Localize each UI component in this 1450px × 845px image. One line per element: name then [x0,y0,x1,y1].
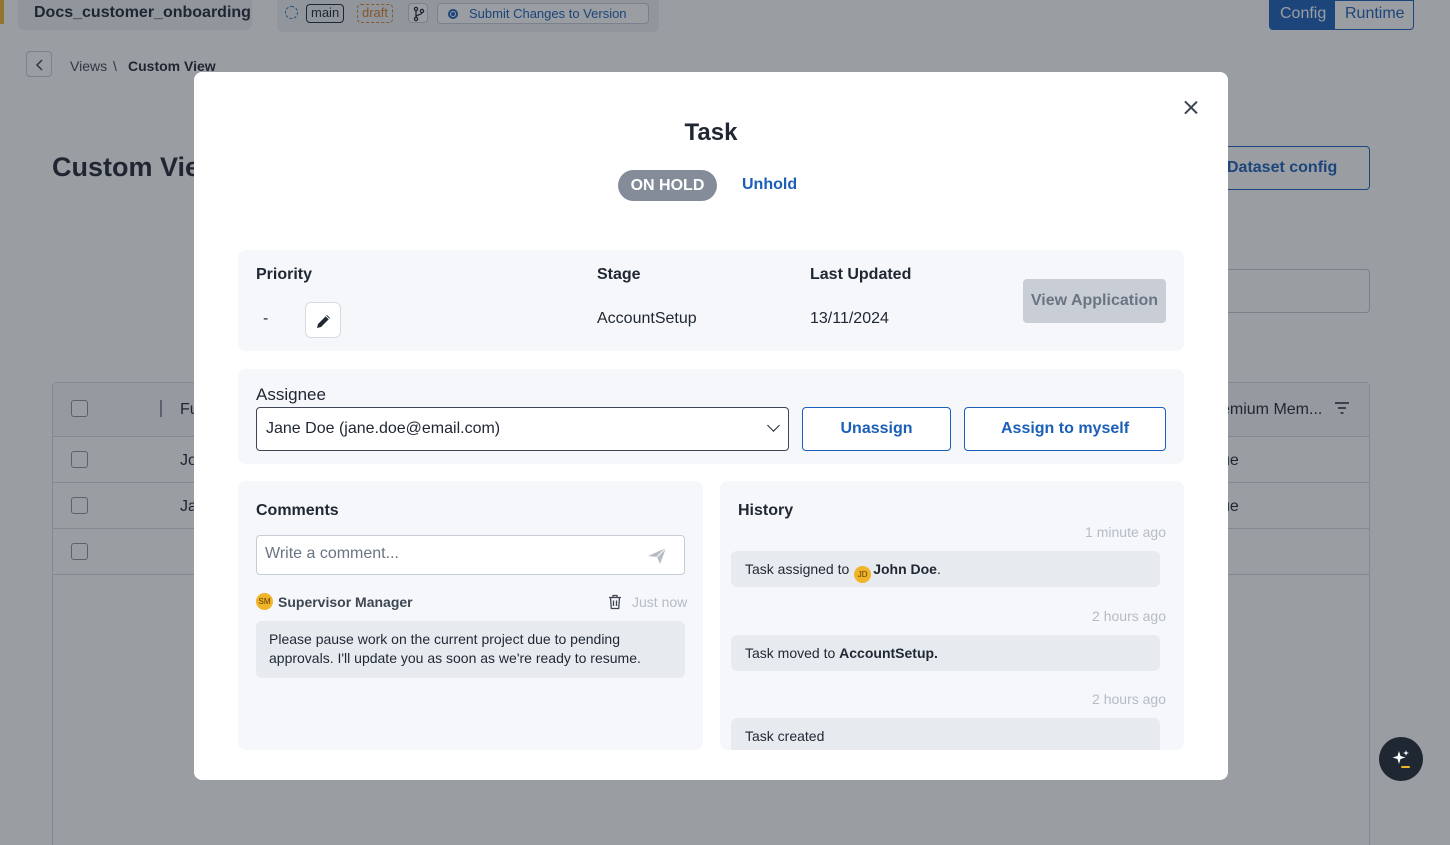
last-updated-label: Last Updated [810,266,912,283]
assignee-label: Assignee [256,385,326,404]
history-time: 1 minute ago [1085,524,1166,540]
history-panel: History 1 minute ago Task assigned to JD… [720,481,1184,750]
status-badge: ON HOLD [618,170,717,201]
comment-input[interactable] [265,545,635,563]
stage-label: Stage [597,266,641,283]
priority-label: Priority [256,266,313,283]
history-time: 2 hours ago [1092,691,1166,707]
assignee-panel: Assignee Jane Doe (jane.doe@email.com) U… [238,369,1184,464]
avatar: SM [256,593,273,610]
avatar: JD [854,566,872,583]
history-title: History [738,502,794,519]
close-icon[interactable] [1180,97,1202,119]
ai-assistant-button[interactable] [1379,737,1423,781]
chevron-down-icon [767,419,780,432]
comment-time: Just now [632,594,688,610]
history-time: 2 hours ago [1092,608,1166,624]
comment-author: Supervisor Manager [278,594,413,610]
last-updated-value: 13/11/2024 [810,310,889,327]
view-application-button[interactable]: View Application [1023,279,1166,323]
send-icon[interactable] [647,547,667,565]
assignee-select[interactable]: Jane Doe (jane.doe@email.com) [256,407,789,451]
comments-title: Comments [256,502,339,519]
unassign-button[interactable]: Unassign [802,407,951,451]
modal-title: Task [684,119,738,146]
sparkle-icon [1392,750,1410,768]
history-item: Task moved to AccountSetup. [731,635,1160,671]
comment-input-box [256,535,685,575]
priority-value: - [263,310,269,327]
comment-text: Please pause work on the current project… [256,621,685,678]
comments-panel: Comments SM Supervisor Manager Just now … [238,481,703,750]
task-info-panel: Priority - Stage AccountSetup Last Updat… [238,250,1184,351]
unhold-link[interactable]: Unhold [742,176,797,194]
stage-value: AccountSetup [597,310,697,327]
pencil-icon [317,315,330,328]
trash-icon[interactable] [608,594,622,610]
assign-to-myself-button[interactable]: Assign to myself [964,407,1166,451]
history-item: Task created [731,718,1160,750]
edit-priority-button[interactable] [305,302,341,338]
task-modal: Task ON HOLD Unhold Priority - Stage Acc… [194,72,1228,780]
history-item: Task assigned to JD John Doe. [731,551,1160,587]
